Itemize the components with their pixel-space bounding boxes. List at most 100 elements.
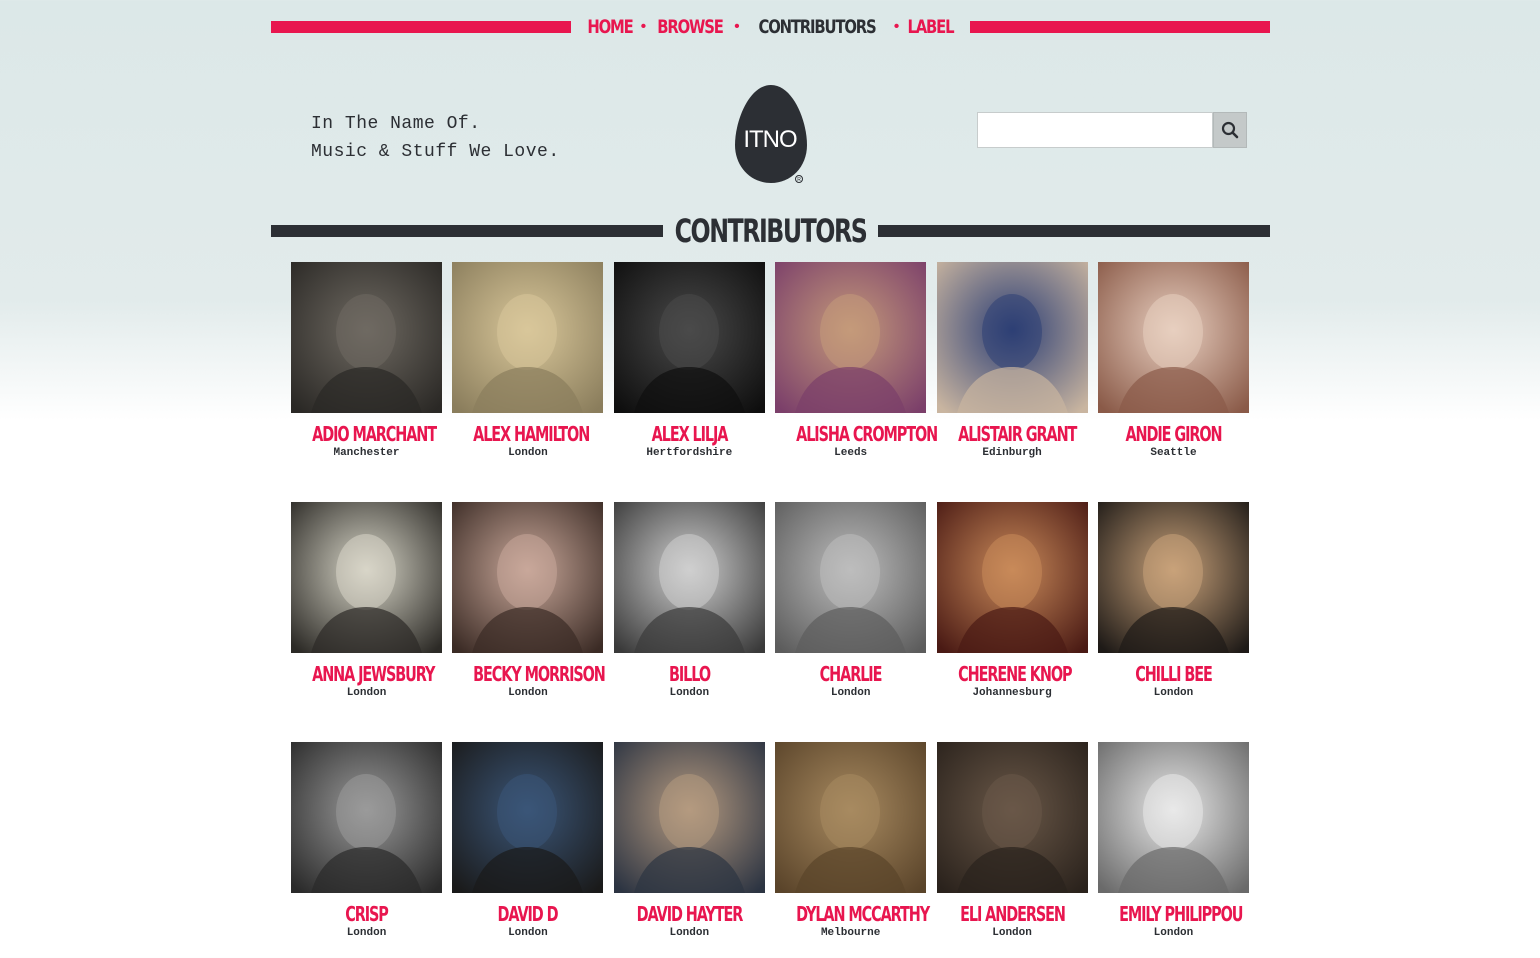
contributor-photo[interactable] bbox=[613, 742, 765, 893]
contributor-city: Seattle bbox=[1150, 447, 1197, 459]
contributor-city: London bbox=[508, 687, 548, 699]
page-container: HOME • BROWSE • CONTRIBUTORS • LABEL In The Na… bbox=[271, 0, 1270, 958]
contributor-city: Melbourne bbox=[820, 927, 881, 939]
nav-item-home[interactable]: HOME bbox=[587, 16, 633, 38]
contributor-photo[interactable] bbox=[291, 262, 442, 413]
nav-separator-dot: • bbox=[640, 18, 647, 35]
contributor-name[interactable]: CHERENE KNOP bbox=[958, 662, 1072, 686]
contributor-name[interactable]: ALISHA CROMPTON bbox=[796, 422, 938, 446]
contributor-city: London bbox=[669, 687, 710, 699]
contributor-card[interactable]: ALISTAIR GRANT Edinburgh bbox=[936, 262, 1088, 502]
search-button[interactable] bbox=[1213, 112, 1247, 148]
site-tagline: In The Name Of. Music & Stuff We Love. bbox=[311, 110, 560, 166]
contributor-name[interactable]: DAVID D bbox=[474, 902, 583, 926]
contributor-name[interactable]: ALEX HAMILTON bbox=[474, 422, 591, 446]
contributor-photo[interactable] bbox=[613, 502, 765, 653]
contributor-city: London bbox=[508, 927, 548, 939]
itno-logo[interactable]: ITNO R bbox=[733, 83, 809, 185]
nav-item-contributors[interactable]: CONTRIBUTORS bbox=[758, 16, 876, 38]
contributor-photo[interactable] bbox=[936, 262, 1088, 413]
contributor-name[interactable]: CHARLIE bbox=[796, 662, 905, 686]
contributor-card[interactable]: ALISHA CROMPTON Leeds bbox=[775, 262, 938, 502]
nav-separator-dot: • bbox=[734, 18, 740, 35]
logo-text: ITNO bbox=[743, 126, 797, 153]
contributor-photo[interactable] bbox=[1097, 262, 1249, 413]
contributor-photo[interactable] bbox=[1097, 502, 1249, 653]
contributor-card[interactable]: ADIO MARCHANT Manchester bbox=[291, 262, 442, 502]
contributor-city: Manchester bbox=[333, 447, 400, 459]
contributor-name[interactable]: BECKY MORRISON bbox=[474, 662, 607, 686]
contributor-name[interactable]: ANNA JEWSBURY bbox=[312, 662, 435, 686]
contributor-photo[interactable] bbox=[775, 262, 927, 413]
contributor-name[interactable]: ALEX LILJA bbox=[635, 422, 744, 446]
contributor-card[interactable]: DYLAN MCCARTHY Melbourne bbox=[775, 742, 930, 958]
contributor-name[interactable]: ANDIE GIRON bbox=[1119, 422, 1228, 446]
contributor-name[interactable]: ALISTAIR GRANT bbox=[958, 422, 1077, 446]
contributor-name[interactable]: CRISP bbox=[312, 902, 421, 926]
nav-divider-left bbox=[271, 21, 571, 33]
contributor-city: London bbox=[508, 447, 548, 459]
search-input[interactable] bbox=[977, 112, 1213, 148]
tagline-line-2: Music & Stuff We Love. bbox=[311, 142, 560, 162]
contributor-photo[interactable] bbox=[936, 502, 1088, 653]
contributor-card[interactable]: CHARLIE London bbox=[775, 502, 927, 742]
section-divider-left bbox=[271, 225, 664, 237]
contributor-card[interactable]: ANDIE GIRON Seattle bbox=[1097, 262, 1249, 502]
contributor-card[interactable]: CRISP London bbox=[291, 742, 442, 958]
contributor-name[interactable]: ELI ANDERSEN bbox=[958, 902, 1067, 926]
nav-menu: HOME • BROWSE • CONTRIBUTORS • LABEL bbox=[571, 16, 971, 38]
contributor-photo[interactable] bbox=[775, 502, 927, 653]
page-title: CONTRIBUTORS bbox=[674, 212, 868, 250]
search-form bbox=[977, 112, 1247, 148]
contributor-photo[interactable] bbox=[936, 742, 1088, 893]
contributor-card[interactable]: DAVID D London bbox=[452, 742, 604, 958]
contributor-city: Johannesburg bbox=[972, 687, 1052, 699]
contributor-city: Edinburgh bbox=[982, 447, 1042, 459]
contributor-city: Leeds bbox=[834, 447, 868, 459]
contributor-card[interactable]: CHERENE KNOP Johannesburg bbox=[936, 502, 1088, 742]
contributor-name[interactable]: BILLO bbox=[635, 662, 744, 686]
section-header: CONTRIBUTORS bbox=[271, 212, 1270, 250]
contributor-city: London bbox=[346, 687, 387, 699]
contributor-photo[interactable] bbox=[1097, 742, 1249, 893]
contributor-name[interactable]: DYLAN MCCARTHY bbox=[796, 902, 930, 926]
contributor-city: London bbox=[1153, 687, 1194, 699]
contributor-card[interactable]: ALEX LILJA Hertfordshire bbox=[613, 262, 765, 502]
contributor-city: London bbox=[830, 687, 871, 699]
contributor-name[interactable]: ADIO MARCHANT bbox=[312, 422, 437, 446]
contributor-card[interactable]: CHILLI BEE London bbox=[1097, 502, 1249, 742]
contributor-name[interactable]: EMILY PHILIPPOU bbox=[1119, 902, 1243, 926]
contributor-card[interactable]: ELI ANDERSEN London bbox=[936, 742, 1088, 958]
top-navigation: HOME • BROWSE • CONTRIBUTORS • LABEL bbox=[271, 12, 1270, 42]
nav-separator-dot: • bbox=[893, 18, 900, 35]
contributor-card[interactable]: BILLO London bbox=[613, 502, 765, 742]
contributor-card[interactable]: ANNA JEWSBURY London bbox=[291, 502, 442, 742]
nav-item-browse[interactable]: BROWSE bbox=[658, 16, 725, 38]
contributor-photo[interactable] bbox=[613, 262, 765, 413]
search-icon bbox=[1221, 121, 1239, 139]
egg-logo-icon: ITNO R bbox=[735, 85, 807, 183]
svg-text:R: R bbox=[797, 177, 801, 183]
contributor-city: London bbox=[1153, 927, 1194, 939]
contributor-name[interactable]: DAVID HAYTER bbox=[635, 902, 744, 926]
section-divider-right bbox=[877, 225, 1270, 237]
contributors-grid: ADIO MARCHANT Manchester ALEX HAMILTON Lond… bbox=[291, 262, 1251, 958]
contributor-card[interactable]: BECKY MORRISON London bbox=[452, 502, 607, 742]
contributor-city: London bbox=[669, 927, 710, 939]
nav-item-label[interactable]: LABEL bbox=[908, 16, 955, 38]
contributor-card[interactable]: ALEX HAMILTON London bbox=[452, 262, 604, 502]
contributor-photo[interactable] bbox=[452, 262, 604, 413]
contributor-photo[interactable] bbox=[452, 502, 604, 653]
tagline-line-1: In The Name Of. bbox=[311, 114, 481, 134]
contributor-city: Hertfordshire bbox=[646, 447, 733, 459]
contributor-photo[interactable] bbox=[452, 742, 604, 893]
contributor-photo[interactable] bbox=[291, 502, 442, 653]
nav-divider-right bbox=[970, 21, 1270, 33]
contributor-photo[interactable] bbox=[775, 742, 927, 893]
contributor-card[interactable]: EMILY PHILIPPOU London bbox=[1097, 742, 1249, 958]
contributor-city: London bbox=[992, 927, 1032, 939]
contributor-city: London bbox=[346, 927, 387, 939]
contributor-photo[interactable] bbox=[291, 742, 442, 893]
contributor-name[interactable]: CHILLI BEE bbox=[1119, 662, 1228, 686]
contributor-card[interactable]: DAVID HAYTER London bbox=[613, 742, 765, 958]
